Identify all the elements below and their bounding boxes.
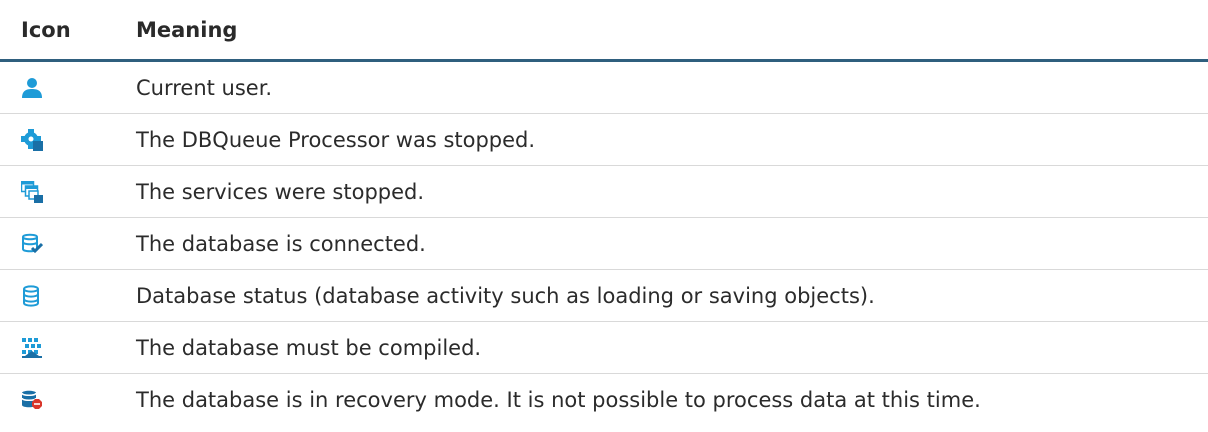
table-row: Current user. <box>0 62 1208 114</box>
table-row: Database status (database activity such … <box>0 270 1208 322</box>
meaning-text: The services were stopped. <box>136 179 425 204</box>
meaning-text: The database must be compiled. <box>136 335 482 360</box>
table-row: The database is connected. <box>0 218 1208 270</box>
database-connected-icon <box>22 233 43 253</box>
table-row: The DBQueue Processor was stopped. <box>0 114 1208 166</box>
table-row: The database is in recovery mode. It is … <box>0 374 1208 426</box>
table-header-row: Icon Meaning <box>0 0 1208 62</box>
meaning-text: The DBQueue Processor was stopped. <box>136 127 536 152</box>
column-header-meaning: Meaning <box>136 17 238 42</box>
meaning-text: Current user. <box>136 75 273 100</box>
database-compile-icon <box>22 337 42 358</box>
database-recovery-mode-icon <box>21 390 42 409</box>
column-header-icon: Icon <box>21 17 71 42</box>
database-status-icon <box>23 284 39 307</box>
meaning-text: The database is in recovery mode. It is … <box>136 388 981 412</box>
meaning-text: Database status (database activity such … <box>136 283 875 308</box>
table-row: The services were stopped. <box>0 166 1208 218</box>
dbqueue-processor-stopped-icon <box>21 128 43 151</box>
table-row: The database must be compiled. <box>0 322 1208 374</box>
meaning-text: The database is connected. <box>136 231 426 256</box>
services-stopped-icon <box>21 180 43 203</box>
current-user-icon <box>22 77 42 98</box>
icon-legend-table: Icon Meaning Current user. The DBQueue P… <box>0 0 1208 426</box>
